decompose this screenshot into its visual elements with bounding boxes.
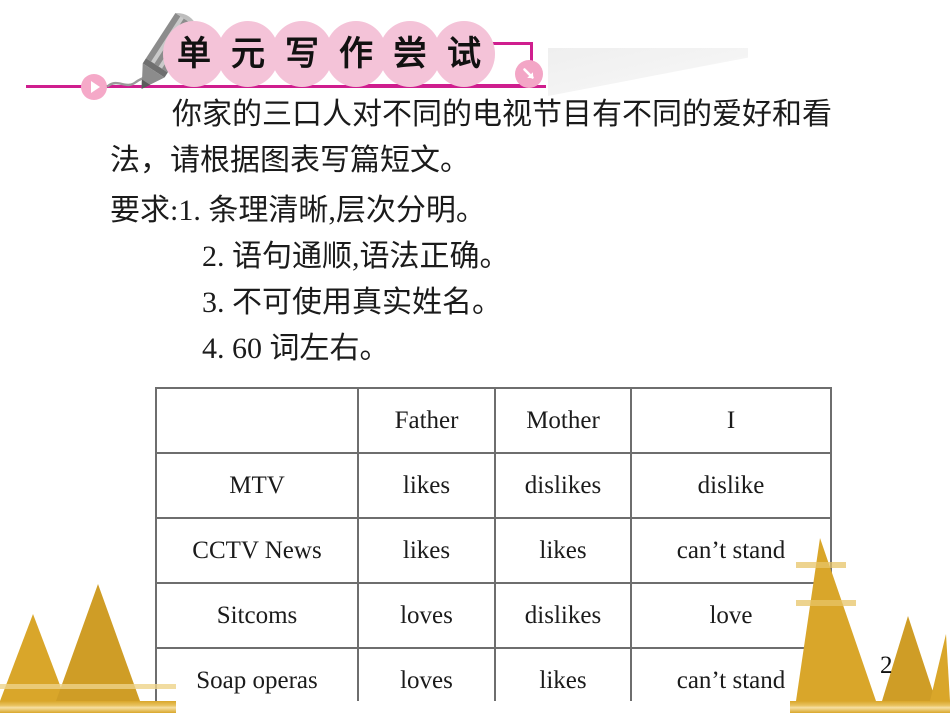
- table-header-i: I: [630, 387, 832, 454]
- slide-canvas: 单 元 写 作 尝 试 你家的三口人对不同的电视节目有不同的爱好和看法，请根据图…: [0, 0, 950, 713]
- preferences-table: Father Mother I MTV likes dislikes disli…: [155, 387, 832, 713]
- prompt-paragraph: 你家的三口人对不同的电视节目有不同的爱好和看法，请根据图表写篇短文。: [110, 98, 832, 177]
- title-char-0: 单: [163, 21, 225, 87]
- table-header-father: Father: [357, 387, 496, 454]
- table-cell-program: MTV: [155, 452, 359, 519]
- title-char-0-label: 单: [177, 34, 211, 74]
- page-number: 2: [880, 652, 893, 679]
- title-char-4: 尝: [379, 21, 441, 87]
- table-cell-program: CCTV News: [155, 517, 359, 584]
- title-char-1: 元: [217, 21, 279, 87]
- requirement-item-1: 要求:1. 条理清晰,层次分明。: [110, 194, 486, 227]
- body-text-block: 你家的三口人对不同的电视节目有不同的爱好和看法，请根据图表写篇短文。 要求:1.…: [110, 92, 870, 372]
- title-char-2-label: 写: [285, 34, 319, 74]
- title-char-2: 写: [271, 21, 333, 87]
- title-char-5: 试: [433, 21, 495, 87]
- requirement-item-3: 3. 不可使用真实姓名。: [202, 286, 502, 319]
- gold-mountain-right: [796, 538, 950, 701]
- title-char-3-label: 作: [339, 34, 373, 74]
- title-char-4-label: 尝: [393, 34, 427, 74]
- table-row: Sitcoms loves dislikes love: [155, 582, 832, 649]
- requirement-item-4: 4. 60 词左右。: [202, 332, 390, 365]
- unit-title: 单 元 写 作 尝 试: [163, 21, 495, 87]
- title-char-1-label: 元: [231, 34, 265, 74]
- title-char-5-label: 试: [447, 34, 481, 74]
- arrow-down-right-circle-icon: [515, 60, 543, 88]
- table-cell-father: loves: [357, 582, 496, 649]
- table-row: CCTV News likes likes can’t stand: [155, 517, 832, 584]
- table-cell-father: likes: [357, 452, 496, 519]
- table-cell-i: dislike: [630, 452, 832, 519]
- requirement-item-2: 2. 语句通顺,语法正确。: [202, 240, 510, 273]
- table-header-row: Father Mother I: [155, 387, 832, 454]
- table-cell-father: likes: [357, 517, 496, 584]
- gold-mountain-left: [0, 584, 176, 701]
- title-char-3: 作: [325, 21, 387, 87]
- slide-header: 单 元 写 作 尝 试: [0, 0, 950, 100]
- requirements-list: 要求:1. 条理清晰,层次分明。 2. 语句通顺,语法正确。 3. 不可使用真实…: [110, 188, 870, 372]
- table-header-blank: [155, 387, 359, 454]
- bottom-strip-mask: [176, 701, 790, 713]
- table-cell-mother: dislikes: [494, 582, 632, 649]
- table-cell-mother: likes: [494, 517, 632, 584]
- table-cell-program: Sitcoms: [155, 582, 359, 649]
- table-header-mother: Mother: [494, 387, 632, 454]
- table-cell-mother: dislikes: [494, 452, 632, 519]
- table-row: MTV likes dislikes dislike: [155, 452, 832, 519]
